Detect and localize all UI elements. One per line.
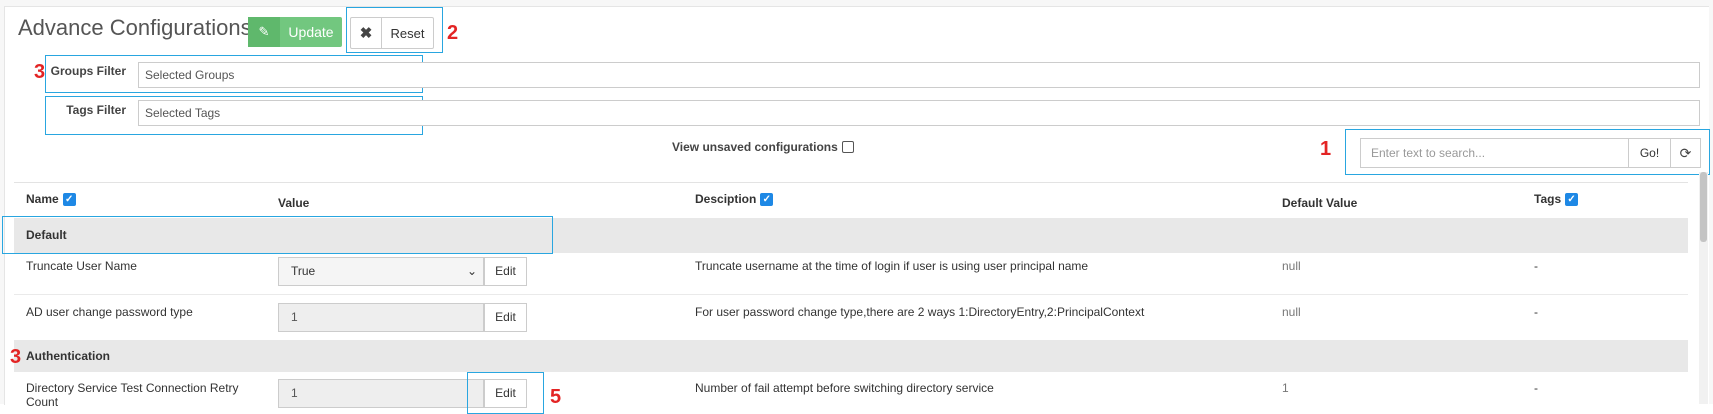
value-select[interactable]: True ⌄ bbox=[278, 257, 484, 286]
highlight-box-edit bbox=[467, 372, 544, 414]
column-header-default-value: Default Value bbox=[1282, 196, 1357, 210]
group-name: Authentication bbox=[26, 349, 110, 363]
name-column-checkbox[interactable]: ✓ bbox=[62, 192, 76, 206]
search-input[interactable]: Enter text to search... bbox=[1360, 138, 1629, 168]
edit-button[interactable]: Edit bbox=[484, 303, 527, 332]
row-divider bbox=[14, 294, 1688, 295]
go-button[interactable]: Go! bbox=[1629, 138, 1671, 168]
row-description: Number of fail attempt before switching … bbox=[695, 381, 994, 395]
row-name-line: Count bbox=[26, 395, 59, 409]
row-tags: - bbox=[1534, 381, 1538, 395]
column-header-tags: Tags ✓ bbox=[1534, 192, 1579, 206]
column-header-value: Value bbox=[278, 196, 309, 210]
column-header-value-label: Value bbox=[278, 196, 310, 210]
row-tags: - bbox=[1534, 259, 1538, 273]
column-header-name-label: Name bbox=[26, 192, 59, 206]
column-header-description: Desciption ✓ bbox=[695, 192, 774, 206]
view-unsaved-checkbox[interactable] bbox=[841, 141, 854, 153]
edit-icon: ✎ bbox=[248, 17, 280, 47]
tags-column-checkbox[interactable]: ✓ bbox=[1565, 192, 1579, 206]
value-field[interactable]: 1 bbox=[278, 303, 484, 332]
tags-filter-input[interactable]: Selected Tags bbox=[138, 100, 1700, 126]
annotation-3-authentication: 3 bbox=[10, 346, 22, 368]
update-button[interactable]: ✎ Update bbox=[248, 17, 342, 47]
group-row-authentication: Authentication bbox=[14, 340, 1688, 372]
row-default-value: 1 bbox=[1282, 381, 1289, 395]
table-top-divider bbox=[14, 182, 1688, 183]
view-unsaved-label: View unsaved configurations bbox=[672, 140, 838, 154]
annotation-3-groups: 3 bbox=[34, 61, 46, 83]
refresh-icon[interactable]: ⟳ bbox=[1671, 138, 1701, 168]
column-header-description-label: Desciption bbox=[695, 192, 757, 206]
highlight-box-default-group bbox=[2, 216, 553, 254]
row-tags: - bbox=[1534, 305, 1538, 319]
annotation-2: 2 bbox=[447, 22, 459, 44]
row-name: Directory Service Test Connection Retry … bbox=[26, 381, 239, 409]
annotation-1: 1 bbox=[1320, 138, 1332, 160]
scrollbar-thumb[interactable] bbox=[1700, 172, 1707, 242]
edit-button[interactable]: Edit bbox=[484, 257, 527, 286]
page-title: Advance Configurations bbox=[18, 15, 252, 40]
view-unsaved-toggle[interactable]: View unsaved configurations bbox=[672, 140, 854, 154]
description-column-checkbox[interactable]: ✓ bbox=[760, 192, 774, 206]
row-name: Truncate User Name bbox=[26, 259, 137, 273]
groups-filter-label: Groups Filter bbox=[50, 64, 126, 78]
row-description: Truncate username at the time of login i… bbox=[695, 259, 1089, 273]
row-description: For user password change type,there are … bbox=[695, 305, 1145, 319]
annotation-5: 5 bbox=[550, 386, 562, 408]
tags-filter-label: Tags Filter bbox=[66, 103, 126, 117]
update-button-label: Update bbox=[288, 24, 334, 40]
row-name-line: Directory Service Test Connection Retry bbox=[26, 381, 239, 395]
column-header-tags-label: Tags bbox=[1534, 192, 1562, 206]
highlight-box-reset bbox=[346, 7, 443, 53]
column-header-name: Name ✓ bbox=[26, 192, 76, 206]
value-select-text: True bbox=[291, 264, 316, 278]
row-default-value: null bbox=[1282, 305, 1301, 319]
row-default-value: null bbox=[1282, 259, 1301, 273]
chevron-down-icon: ⌄ bbox=[466, 264, 477, 278]
column-header-default-value-label: Default Value bbox=[1282, 196, 1358, 210]
groups-filter-input[interactable]: Selected Groups bbox=[138, 62, 1700, 88]
row-name: AD user change password type bbox=[26, 305, 193, 319]
